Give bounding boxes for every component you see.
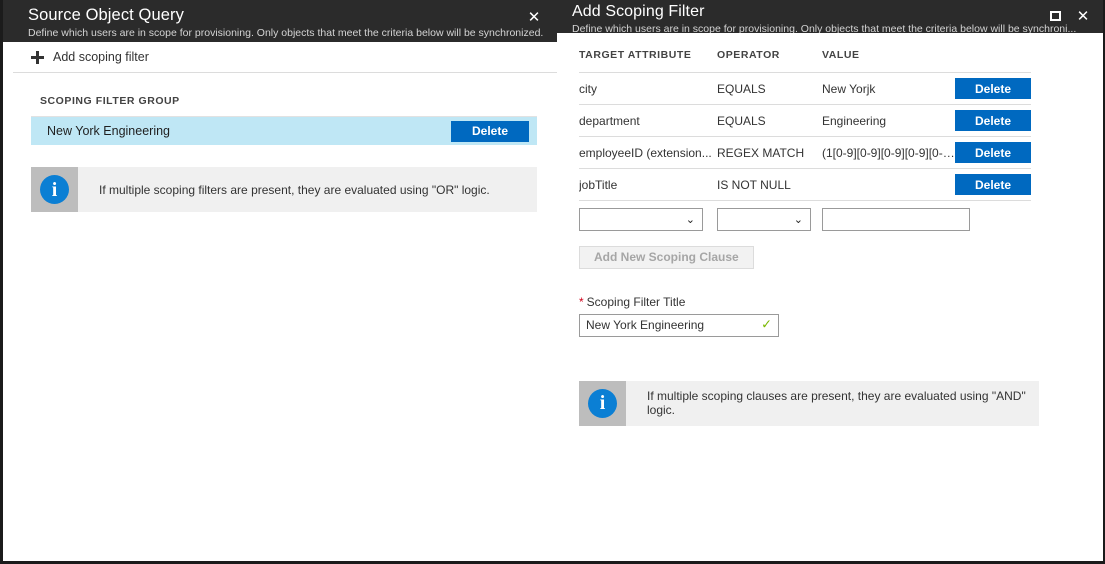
close-button-right[interactable]: ✕ (1069, 2, 1097, 30)
and-logic-info-bar: i If multiple scoping clauses are presen… (579, 381, 1039, 426)
column-header-value: VALUE (822, 45, 955, 73)
chevron-down-icon: ⌄ (794, 214, 803, 225)
page-subtitle: Define which users are in scope for prov… (28, 26, 557, 40)
field-label-text: Scoping Filter Title (587, 295, 686, 309)
right-window-controls: ✕ (1041, 2, 1097, 32)
delete-clause-button[interactable]: Delete (955, 110, 1031, 131)
column-header-actions (955, 45, 1031, 73)
cell-operator: EQUALS (717, 105, 822, 137)
left-window-controls: ✕ (521, 3, 547, 33)
column-header-target-attribute: TARGET ATTRIBUTE (579, 45, 717, 73)
cell-value: (1[0-9][0-9][0-9][0-9][0-9][0... (822, 137, 955, 169)
column-header-operator: OPERATOR (717, 45, 822, 73)
scoping-filter-title-label: *Scoping Filter Title (579, 295, 1103, 309)
right-blade-body: TARGET ATTRIBUTE OPERATOR VALUE city EQU… (557, 33, 1103, 561)
required-marker: * (579, 295, 584, 309)
scoping-filter-title-field-group: *Scoping Filter Title New York Engineeri… (579, 295, 1103, 337)
cell-attribute: city (579, 73, 717, 105)
app-window: Source Object Query Define which users a… (0, 0, 1105, 564)
left-toolbar: Add scoping filter (13, 42, 557, 73)
close-button[interactable]: ✕ (521, 3, 547, 31)
table-row: jobTitle IS NOT NULL Delete (579, 169, 1031, 201)
scoping-filter-title-input[interactable]: New York Engineering ✓ (579, 314, 779, 337)
cell-action: Delete (955, 73, 1031, 105)
restore-button[interactable] (1041, 2, 1069, 30)
table-header: TARGET ATTRIBUTE OPERATOR VALUE (579, 45, 1031, 73)
delete-filter-button[interactable]: Delete (451, 121, 529, 142)
table-row: city EQUALS New Yorjk Delete (579, 73, 1031, 105)
right-page-title: Add Scoping Filter (572, 2, 1103, 21)
cell-value (822, 169, 955, 201)
cell-value: New Yorjk (822, 73, 955, 105)
table-row: department EQUALS Engineering Delete (579, 105, 1031, 137)
table-header-row: TARGET ATTRIBUTE OPERATOR VALUE (579, 45, 1031, 73)
cell-value: Engineering (822, 105, 955, 137)
or-logic-info-bar: i If multiple scoping filters are presen… (31, 167, 537, 212)
add-scoping-filter-button[interactable]: Add scoping filter (31, 50, 149, 64)
add-scoping-filter-label: Add scoping filter (53, 50, 149, 64)
cell-attribute-select: ⌄ (579, 201, 717, 235)
right-blade-header: Add Scoping Filter Define which users ar… (557, 0, 1103, 33)
attribute-select[interactable]: ⌄ (579, 208, 703, 231)
add-new-scoping-clause-button[interactable]: Add New Scoping Clause (579, 246, 754, 269)
checkmark-icon: ✓ (761, 319, 772, 332)
close-icon: ✕ (528, 10, 541, 25)
filter-name: New York Engineering (47, 124, 451, 138)
cell-operator: EQUALS (717, 73, 822, 105)
cell-operator-select: ⌄ (717, 201, 822, 235)
scoping-filter-title-value: New York Engineering (586, 318, 704, 332)
list-item[interactable]: New York Engineering Delete (31, 116, 537, 145)
table-body: city EQUALS New Yorjk Delete department … (579, 73, 1031, 235)
info-icon-container: i (31, 167, 78, 212)
cell-attribute: employeeID (extension... (579, 137, 717, 169)
page-title: Source Object Query (28, 5, 557, 25)
clause-value-input[interactable] (822, 208, 970, 231)
plus-icon (31, 51, 44, 64)
cell-value-input (822, 201, 1031, 235)
info-message: If multiple scoping filters are present,… (78, 167, 502, 212)
left-blade-body: Add scoping filter SCOPING FILTER GROUP … (3, 42, 557, 561)
info-message: If multiple scoping clauses are present,… (626, 381, 1039, 426)
cell-action: Delete (955, 137, 1031, 169)
cell-attribute: jobTitle (579, 169, 717, 201)
info-icon-container: i (579, 381, 626, 426)
close-icon: ✕ (1077, 9, 1090, 24)
restore-icon (1050, 11, 1061, 21)
cell-operator: IS NOT NULL (717, 169, 822, 201)
cell-action: Delete (955, 169, 1031, 201)
info-icon: i (40, 175, 69, 204)
scoping-filter-group-label: SCOPING FILTER GROUP (13, 73, 557, 116)
delete-clause-button[interactable]: Delete (955, 78, 1031, 99)
delete-clause-button[interactable]: Delete (955, 174, 1031, 195)
scoping-clause-table: TARGET ATTRIBUTE OPERATOR VALUE city EQU… (579, 45, 1031, 235)
table-row: employeeID (extension... REGEX MATCH (1[… (579, 137, 1031, 169)
new-clause-row: ⌄ ⌄ (579, 201, 1031, 235)
delete-clause-button[interactable]: Delete (955, 142, 1031, 163)
info-icon: i (588, 389, 617, 418)
chevron-down-icon: ⌄ (686, 214, 695, 225)
add-scoping-filter-blade: Add Scoping Filter Define which users ar… (557, 0, 1105, 564)
cell-operator: REGEX MATCH (717, 137, 822, 169)
cell-attribute: department (579, 105, 717, 137)
cell-action: Delete (955, 105, 1031, 137)
operator-select[interactable]: ⌄ (717, 208, 811, 231)
source-object-query-blade: Source Object Query Define which users a… (0, 0, 557, 564)
left-blade-header: Source Object Query Define which users a… (3, 0, 557, 42)
